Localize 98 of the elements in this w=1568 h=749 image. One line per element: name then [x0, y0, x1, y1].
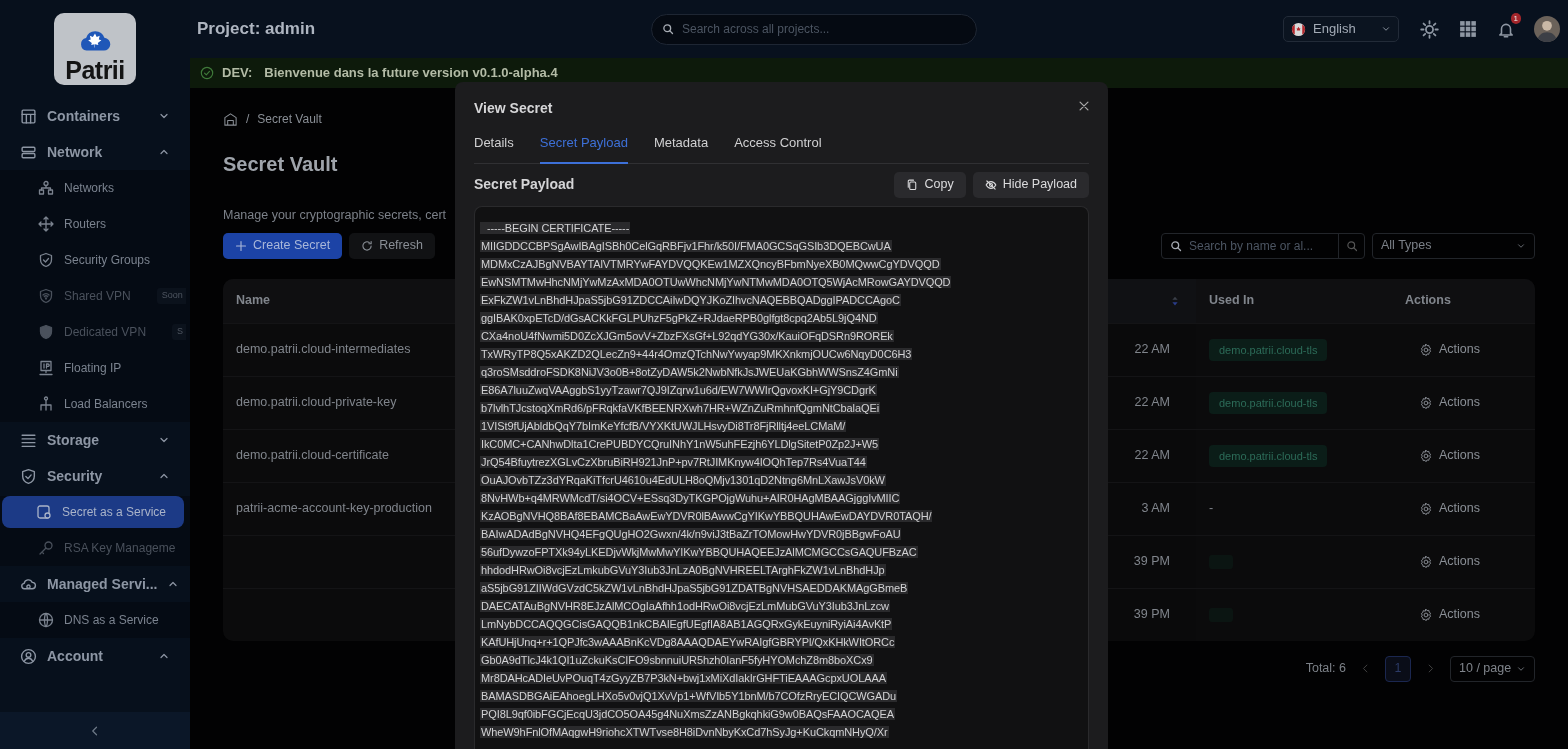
refresh-button[interactable]: Refresh	[349, 232, 435, 259]
page-title: Secret Vault	[223, 152, 338, 176]
create-button[interactable]: Create Secret	[223, 232, 343, 259]
avatar[interactable]	[1534, 16, 1560, 42]
language-select[interactable]: English	[1283, 16, 1399, 42]
gear-icon	[1419, 554, 1433, 569]
sidebar-item[interactable]: Networks	[0, 170, 186, 206]
column-header: Actions	[1404, 292, 1452, 310]
item-icon	[38, 540, 54, 556]
actions-button[interactable]: Actions	[1419, 446, 1480, 466]
search-icon	[662, 23, 674, 35]
item-icon	[38, 612, 54, 628]
project-title: Project: admin	[197, 18, 317, 41]
tab[interactable]: Metadata	[653, 133, 709, 164]
item-icon	[38, 180, 54, 196]
actions-button[interactable]: Actions	[1419, 499, 1480, 519]
modal-title: View Secret	[474, 99, 553, 118]
used-in-tag: demo.patrii.cloud-tls	[1209, 391, 1328, 414]
sidebar-group[interactable]: Storage	[0, 422, 190, 458]
table-cell-text: -	[1209, 500, 1214, 518]
item-icon	[36, 504, 52, 520]
hide-payload-button[interactable]: Hide Payload	[972, 171, 1089, 198]
flag-icon	[1291, 21, 1306, 37]
item-icon	[38, 288, 54, 304]
table-cell-text: demo.patrii.cloud-private-key	[236, 394, 397, 412]
tab[interactable]: Secret Payload	[539, 133, 628, 164]
logo-text: Patrii	[65, 58, 125, 83]
tab[interactable]: Access Control	[734, 133, 822, 164]
sidebar-group[interactable]: Account	[0, 638, 190, 674]
sidebar-item[interactable]: Security Groups	[0, 242, 186, 278]
table-cell-text: 22 AM	[1134, 341, 1170, 359]
gear-icon	[1419, 607, 1433, 622]
column-header: Used In	[1208, 292, 1256, 310]
page-size-select[interactable]: 10 / page	[1450, 655, 1535, 682]
theme-toggle-icon[interactable]	[1420, 19, 1439, 39]
global-search-bar[interactable]: Search across all projects...	[651, 13, 977, 45]
group-icon	[20, 467, 37, 485]
banner-message: Bienvenue dans la future version v0.1.0-alpha.4	[264, 64, 558, 83]
table-cell-text: patrii-acme-account-key-production	[236, 500, 432, 518]
refresh-icon	[361, 239, 374, 252]
sidebar-group[interactable]: Network	[0, 134, 190, 170]
table-cell-text: 22 AM	[1134, 447, 1170, 465]
group-icon	[20, 107, 37, 125]
group-icon	[20, 431, 37, 449]
page-description: Manage your cryptographic secrets, cert	[223, 207, 448, 224]
gear-icon	[1419, 501, 1433, 516]
search-icon	[1345, 239, 1358, 252]
copy-icon	[906, 178, 919, 191]
table-cell-text: 3 AM	[1141, 500, 1170, 518]
breadcrumb-item: Secret Vault	[257, 111, 322, 128]
sidebar-item[interactable]: Load Balancers	[0, 386, 186, 422]
item-icon	[38, 216, 54, 232]
table-cell-text: 22 AM	[1134, 394, 1170, 412]
used-in-tag: demo.patrii.cloud-tls	[1209, 338, 1328, 361]
sidebar-group[interactable]: Containers	[0, 98, 190, 134]
sidebar-item[interactable]: Routers	[0, 206, 186, 242]
breadcrumb-separator: /	[246, 111, 250, 128]
gear-icon	[1419, 395, 1433, 410]
chevron-down-icon	[1381, 24, 1391, 34]
actions-button[interactable]: Actions	[1419, 605, 1480, 625]
actions-button[interactable]: Actions	[1419, 393, 1480, 413]
copy-button[interactable]: Copy	[894, 171, 966, 198]
item-icon	[38, 396, 54, 412]
gear-icon	[1419, 342, 1433, 357]
table-cell-text: 39 PM	[1133, 553, 1170, 571]
apps-grid-icon[interactable]	[1459, 20, 1477, 38]
table-search-bar[interactable]: Search by name or al...	[1161, 232, 1365, 259]
banner-label: DEV:	[222, 64, 253, 83]
check-circle-icon	[200, 66, 214, 80]
close-icon[interactable]	[1077, 99, 1091, 113]
section-title: Secret Payload	[474, 175, 576, 194]
search-icon	[1170, 239, 1182, 252]
actions-button[interactable]: Actions	[1419, 340, 1480, 360]
sidebar-group[interactable]: Managed Servi...	[0, 566, 190, 602]
total-count: Total: 6	[1305, 660, 1346, 678]
table-cell-text: demo.patrii.cloud-certificate	[236, 447, 389, 465]
type-filter-select[interactable]: All Types	[1372, 232, 1535, 259]
item-icon	[38, 360, 54, 376]
sidebar-item[interactable]: Secret as a Service	[2, 496, 184, 528]
column-header: Name	[235, 292, 272, 310]
group-icon	[20, 143, 37, 161]
group-icon	[20, 647, 37, 665]
global-search-field[interactable]: Search across all projects...	[680, 19, 966, 39]
item-icon	[38, 252, 54, 268]
item-icon	[38, 324, 54, 340]
tab[interactable]: Details	[474, 133, 514, 164]
table-cell-text: 39 PM	[1133, 606, 1170, 624]
table-search-field[interactable]: Search by name or al...	[1187, 235, 1333, 256]
plus-icon	[235, 239, 247, 252]
used-in-tag: demo.patrii.cloud-tls	[1209, 444, 1328, 467]
home-icon[interactable]	[223, 111, 238, 127]
eye-slash-icon	[984, 178, 997, 191]
sidebar-item[interactable]: Floating IP	[0, 350, 186, 386]
notification-count: 1	[1510, 13, 1521, 25]
sidebar-group[interactable]: Security	[0, 458, 190, 494]
gear-icon	[1419, 448, 1433, 463]
actions-button[interactable]: Actions	[1419, 552, 1480, 572]
table-cell-text: demo.patrii.cloud-intermediates	[236, 341, 411, 359]
